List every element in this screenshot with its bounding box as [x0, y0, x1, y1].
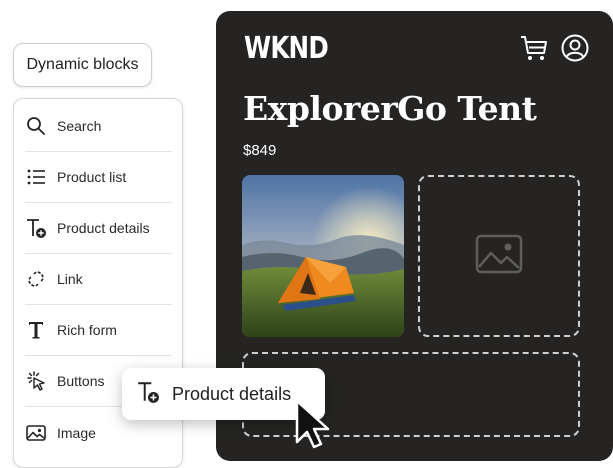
brand-logo[interactable]: WKND [244, 31, 329, 66]
product-photo [242, 175, 404, 337]
block-item-rich-form[interactable]: Rich form [25, 305, 172, 356]
block-item-search[interactable]: Search [25, 101, 172, 152]
text-add-icon [136, 380, 160, 409]
image-icon [25, 422, 47, 444]
image-placeholder-slot[interactable] [418, 175, 580, 337]
block-item-label: Product list [57, 169, 127, 185]
block-item-label: Buttons [57, 373, 105, 389]
cart-icon[interactable] [519, 33, 549, 63]
text-add-icon [25, 217, 47, 239]
search-icon [25, 115, 47, 137]
user-account-icon[interactable] [560, 33, 590, 63]
list-icon [25, 166, 47, 188]
block-item-link[interactable]: Link [25, 254, 172, 305]
product-price: $849 [243, 142, 277, 159]
block-item-product-list[interactable]: Product list [25, 152, 172, 203]
link-icon [25, 268, 47, 290]
block-item-label: Search [57, 118, 102, 134]
block-item-label: Product details [57, 220, 150, 236]
image-placeholder-icon [475, 234, 523, 279]
button-click-icon [25, 370, 47, 392]
block-item-label: Link [57, 271, 83, 287]
dynamic-blocks-title[interactable]: Dynamic blocks [13, 43, 152, 87]
block-item-product-details[interactable]: Product details [25, 203, 172, 254]
block-item-label: Image [57, 424, 96, 441]
mouse-pointer-icon [293, 398, 335, 450]
dynamic-blocks-title-label: Dynamic blocks [26, 56, 139, 73]
block-item-label: Rich form [57, 322, 117, 338]
product-title: ExplorerGo Tent [243, 89, 537, 128]
dragged-block-label: Product details [172, 383, 292, 404]
text-icon [25, 319, 47, 341]
